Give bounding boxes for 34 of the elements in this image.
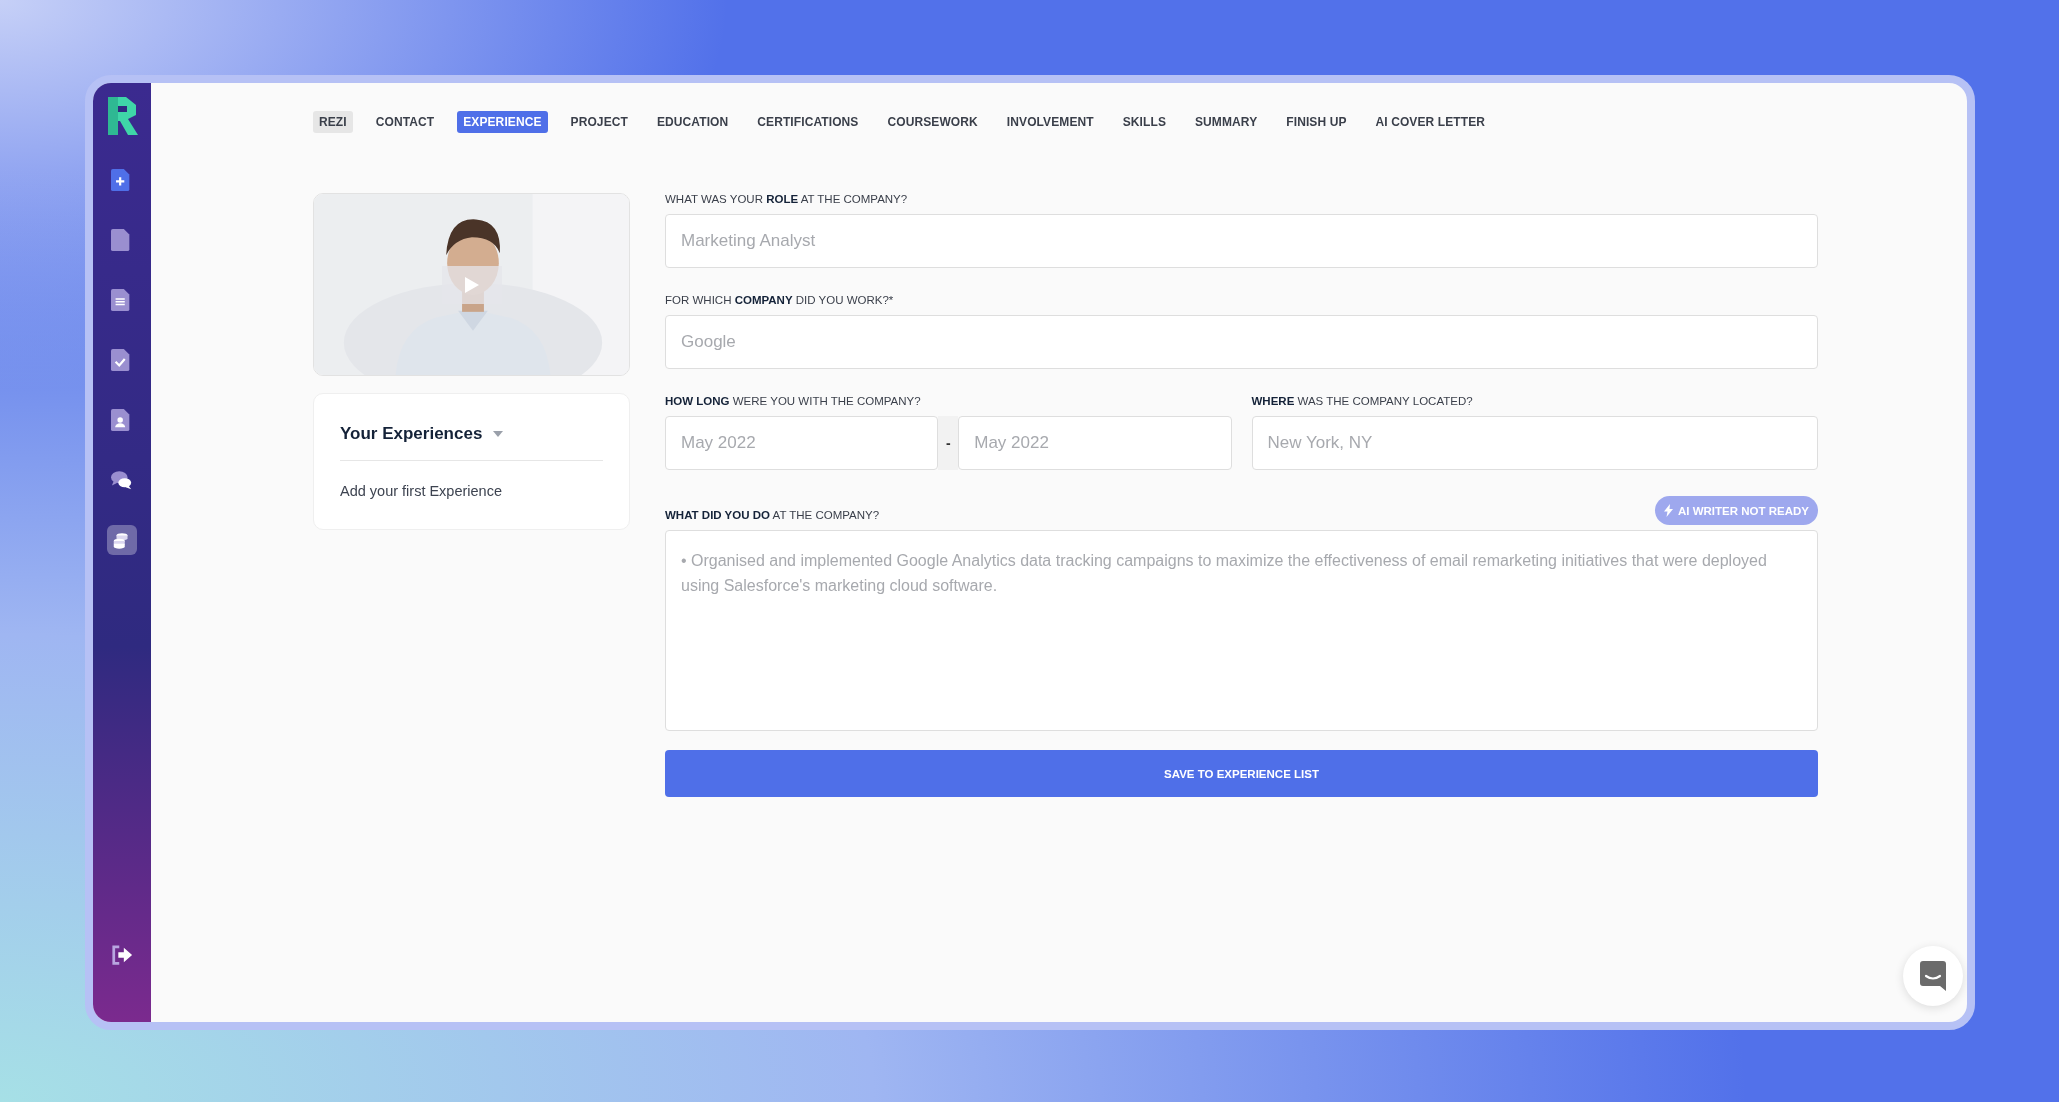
step-tab[interactable]: INVOLVEMENT [1000, 111, 1100, 133]
field-label: WHAT WAS YOUR ROLE AT THE COMPANY? [665, 193, 909, 205]
step-tab[interactable]: CERTIFICATIONS [751, 111, 865, 133]
empty-text: Add your first Experience [340, 483, 503, 499]
company-field[interactable]: Google [665, 315, 1818, 369]
play-icon [464, 276, 480, 294]
step-tab[interactable]: SUMMARY [1189, 111, 1264, 133]
field-label: WHERE WAS THE COMPANY LOCATED? [1251, 395, 1474, 407]
lightning-icon [1664, 504, 1673, 517]
location-field[interactable]: New York, NY [1251, 416, 1818, 470]
chat-button[interactable] [1903, 946, 1963, 1006]
step-tab[interactable]: EDUCATION [650, 111, 735, 133]
chat-bubble-icon [1920, 961, 1946, 991]
coin-stack-icon[interactable] [107, 525, 137, 555]
step-tab[interactable]: CONTACT [369, 111, 441, 133]
date-separator: - [938, 416, 959, 470]
logo-icon[interactable] [106, 95, 138, 137]
step-tab[interactable]: FINISH UP [1280, 111, 1353, 133]
step-tab[interactable]: AI COVER LETTER [1369, 111, 1492, 133]
start-date-field[interactable]: May 2022 [665, 416, 939, 470]
brand-tab[interactable]: REZI [313, 111, 353, 133]
field-label: HOW LONG WERE YOU WITH THE COMPANY? [665, 395, 922, 407]
save-button[interactable]: SAVE TO EXPERIENCE LIST [665, 750, 1818, 797]
card-title: Your Experiences [340, 424, 483, 444]
field-label: WHAT DID YOU DO AT THE COMPANY? [665, 509, 880, 521]
role-field[interactable]: Marketing Analyst [665, 214, 1818, 268]
step-tab[interactable]: PROJECT [564, 111, 634, 133]
field-label: FOR WHICH COMPANY DID YOU WORK?* [665, 294, 895, 306]
step-tab[interactable]: SKILLS [1116, 111, 1172, 133]
caret-icon[interactable] [492, 430, 505, 438]
end-date-field[interactable]: May 2022 [958, 416, 1232, 470]
description-field[interactable]: • Organised and implemented Google Analytics data tracking campaigns to maximize the effectiveness of email remarketing initiatives that were deployed using Salesforce's marketing cloud software. [665, 530, 1818, 731]
step-tab[interactable]: COURSEWORK [881, 111, 984, 133]
step-tab[interactable]: EXPERIENCE [457, 111, 548, 133]
